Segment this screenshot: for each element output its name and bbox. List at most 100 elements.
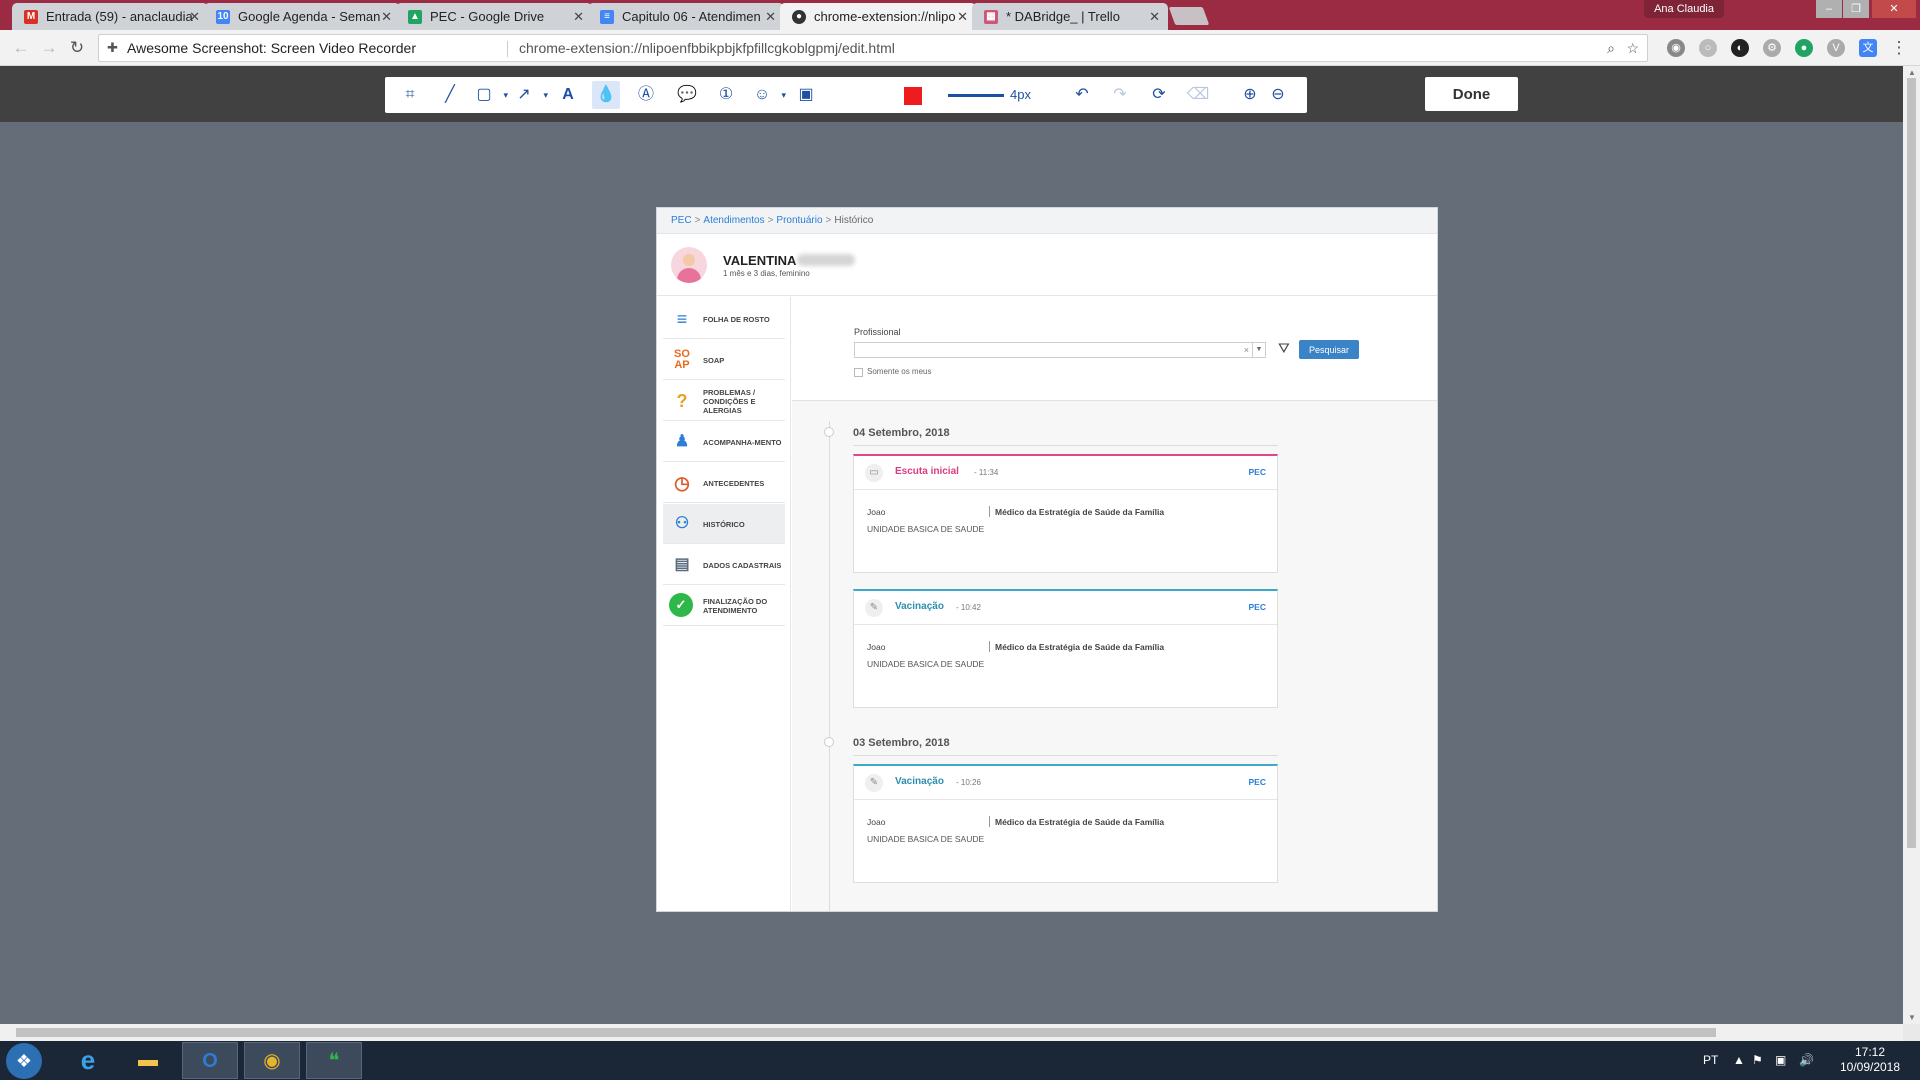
refresh-icon[interactable]: ⟳ [1145, 81, 1173, 109]
extension-icon[interactable]: ○ [1699, 39, 1717, 57]
line-width-sample[interactable] [948, 94, 1004, 97]
chevron-down-icon[interactable]: ▼ [1252, 343, 1265, 357]
chrome-extension-icon[interactable]: ◐ [1731, 39, 1749, 57]
tab-extension-active[interactable]: ● chrome-extension://nlipo ✕ [780, 3, 976, 31]
close-icon[interactable]: ✕ [573, 3, 584, 30]
emoji-icon[interactable]: ☺ [748, 81, 786, 109]
menu-item-soap[interactable]: SO AP SOAP [663, 340, 785, 380]
scroll-thumb[interactable] [16, 1028, 1716, 1037]
close-icon[interactable]: ✕ [189, 3, 200, 30]
green-extension-icon[interactable]: ● [1795, 39, 1813, 57]
zoom-icon[interactable]: ⌕ [1607, 35, 1615, 61]
profile-button[interactable]: Ana Claudia [1644, 0, 1724, 18]
menu-item-antecedentes[interactable]: ◷ ANTECEDENTES [663, 463, 785, 503]
menu-item-folha-de-rosto[interactable]: ≡ FOLHA DE ROSTO [663, 299, 785, 339]
tab-drive[interactable]: ▲ PEC - Google Drive ✕ [396, 3, 592, 30]
tab-title: Google Agenda - Seman [238, 9, 381, 24]
card-title[interactable]: Escuta inicial [895, 466, 959, 477]
tab-title: * DABridge_ | Trello [1006, 9, 1120, 24]
v-extension-icon[interactable]: V [1827, 39, 1845, 57]
text-icon[interactable]: A [554, 81, 582, 109]
card-title[interactable]: Vacinação [895, 601, 944, 612]
professional-label: Profissional [854, 327, 901, 337]
tab-docs[interactable]: ≡ Capitulo 06 - Atendimen ✕ [588, 3, 784, 30]
menu-dots-icon[interactable]: ⋮ [1888, 37, 1910, 59]
zoom-out-icon[interactable]: ⊖ [1264, 81, 1292, 109]
flag-icon[interactable]: ⚑ [1752, 1041, 1763, 1080]
network-icon[interactable]: ▣ [1775, 1041, 1786, 1080]
forward-arrow-icon[interactable]: → [38, 37, 60, 59]
window-close-icon[interactable]: ✕ [1872, 0, 1916, 18]
show-hidden-icons-icon[interactable]: ▲ [1733, 1041, 1745, 1080]
settings-extension-icon[interactable]: ⚙ [1763, 39, 1781, 57]
line-size[interactable]: 4px [1010, 77, 1031, 113]
translate-icon[interactable]: 文 [1859, 39, 1877, 57]
close-icon[interactable]: ✕ [381, 3, 392, 30]
back-arrow-icon[interactable]: ← [10, 37, 32, 59]
scroll-down-icon[interactable]: ▼ [1908, 1013, 1916, 1022]
zoom-in-icon[interactable]: ⊕ [1236, 81, 1264, 109]
close-icon[interactable]: ✕ [957, 3, 968, 30]
search-button[interactable]: Pesquisar [1299, 340, 1359, 359]
tab-calendar[interactable]: 10 Google Agenda - Seman ✕ [204, 3, 400, 30]
card-title[interactable]: Vacinação [895, 776, 944, 787]
horizontal-scrollbar[interactable] [0, 1024, 1903, 1041]
volume-icon[interactable]: 🔊 [1799, 1041, 1814, 1080]
hangouts-icon[interactable]: ❝ [306, 1042, 362, 1079]
arrow-icon[interactable]: ↗ [510, 81, 548, 109]
breadcrumb-pec[interactable]: PEC [671, 215, 692, 226]
breadcrumb-prontuario[interactable]: Prontuário [776, 215, 822, 226]
filter-icon[interactable]: ⛛ [1278, 340, 1290, 357]
only-mine-checkbox[interactable] [854, 368, 863, 377]
minimize-icon[interactable]: – [1816, 0, 1842, 18]
menu-item-dados-cadastrais[interactable]: ▤ DADOS CADASTRAIS [663, 545, 785, 585]
rectangle-icon[interactable]: ▢ [470, 81, 508, 109]
camera-extension-icon[interactable]: ◉ [1667, 39, 1685, 57]
outlook-icon[interactable]: O [182, 1042, 238, 1079]
internet-explorer-icon[interactable]: e [60, 1042, 116, 1079]
bookmark-star-icon[interactable]: ☆ [1626, 35, 1639, 61]
clear-icon[interactable]: × [1244, 343, 1249, 357]
done-button[interactable]: Done [1425, 77, 1518, 111]
history-card[interactable]: ✎ Vacinação - 10:42 PEC Joao Médico da E… [853, 589, 1278, 708]
color-picker[interactable] [904, 87, 922, 105]
close-icon[interactable]: ✕ [765, 3, 776, 30]
scroll-up-icon[interactable]: ▲ [1908, 68, 1916, 77]
history-card[interactable]: ✎ Vacinação - 10:26 PEC Joao Médico da E… [853, 764, 1278, 883]
file-explorer-icon[interactable]: ▬ [120, 1042, 176, 1079]
number-icon[interactable]: ① [712, 81, 740, 109]
tab-trello[interactable]: ▦ * DABridge_ | Trello ✕ [972, 3, 1168, 30]
language-indicator[interactable]: PT [1703, 1041, 1718, 1080]
eraser-icon[interactable]: ⌫ [1184, 81, 1212, 109]
undo-icon[interactable]: ↶ [1068, 81, 1096, 109]
breadcrumb-atendimentos[interactable]: Atendimentos [703, 215, 764, 226]
menu-item-finalizacao[interactable]: ✓ FINALIZAÇÃO DO ATENDIMENTO [663, 586, 785, 626]
image-icon[interactable]: ▣ [792, 81, 820, 109]
scroll-thumb[interactable] [1907, 78, 1916, 848]
speech-bubble-icon[interactable]: 💬 [673, 81, 701, 109]
maximize-icon[interactable]: ❐ [1843, 0, 1869, 18]
check-icon: ✓ [669, 593, 693, 617]
menu-item-label: DADOS CADASTRAIS [703, 560, 782, 570]
reload-icon[interactable]: ↻ [66, 37, 88, 59]
pen-icon[interactable]: ╱ [436, 81, 464, 109]
redo-icon[interactable]: ↷ [1106, 81, 1134, 109]
text-outline-icon[interactable]: Ⓐ [632, 81, 660, 109]
tab-gmail[interactable]: M Entrada (59) - anaclaudia ✕ [12, 3, 208, 30]
address-bar[interactable]: ✚ Awesome Screenshot: Screen Video Recor… [98, 34, 1648, 62]
vertical-scrollbar[interactable]: ▲ ▼ [1903, 66, 1920, 1024]
crop-icon[interactable]: ⌗ [396, 81, 424, 109]
breadcrumb-separator: > [825, 215, 832, 226]
history-card[interactable]: ▭ Escuta inicial - 11:34 PEC Joao Médico… [853, 454, 1278, 573]
new-tab-button[interactable] [1168, 7, 1210, 25]
menu-item-problemas[interactable]: ? PROBLEMAS / CONDIÇÕES E ALERGIAS [663, 381, 785, 421]
windows-start-icon[interactable]: ❖ [6, 1043, 42, 1079]
professional-select[interactable]: × ▼ [854, 342, 1266, 358]
system-clock[interactable]: 17:12 10/09/2018 [1828, 1045, 1912, 1075]
menu-item-historico[interactable]: ⚇ HISTÓRICO [663, 504, 785, 544]
menu-item-acompanhamento[interactable]: ♟ ACOMPANHA-MENTO [663, 422, 785, 462]
close-icon[interactable]: ✕ [1149, 3, 1160, 30]
chrome-icon[interactable]: ◉ [244, 1042, 300, 1079]
blur-drop-icon[interactable]: 💧 [592, 81, 620, 109]
url-text[interactable]: chrome-extension://nlipoenfbbikpbjkfpfil… [519, 35, 895, 61]
